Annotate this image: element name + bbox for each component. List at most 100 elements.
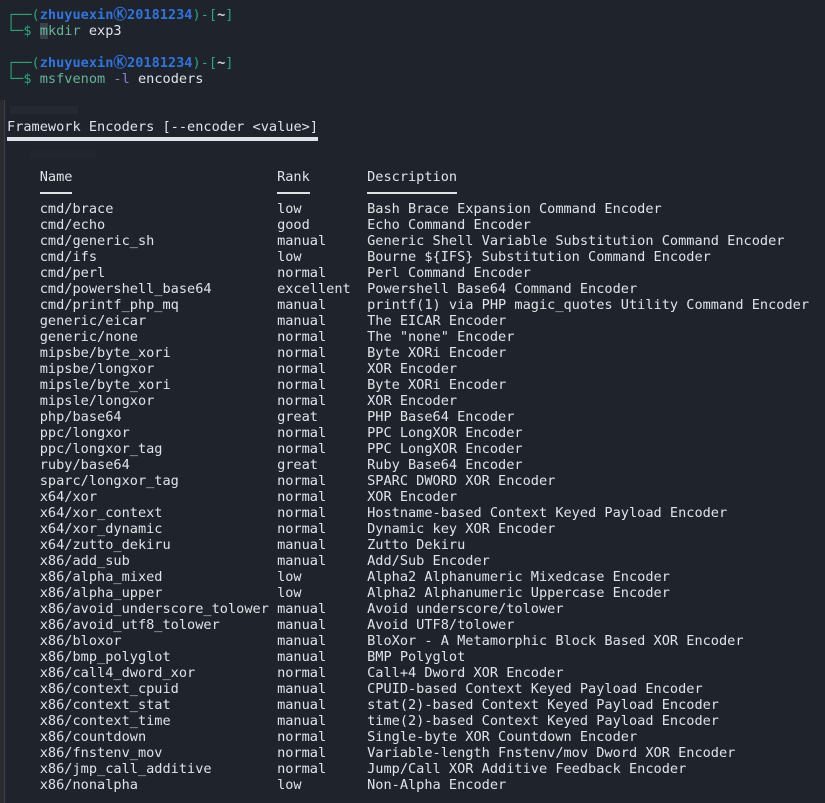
encoder-description: Avoid UTF8/tolower (367, 617, 515, 633)
encoder-row: x86/call4_dword_xor normal Call+4 Dword … (7, 665, 825, 681)
encoder-description: Ruby Base64 Encoder (367, 457, 523, 473)
encoder-rank: manual (277, 633, 327, 649)
encoder-name: sparc/longxor_tag (39, 473, 179, 489)
encoder-rank: good (277, 217, 310, 233)
encoder-rank: manual (277, 713, 327, 729)
encoder-rank: manual (277, 233, 327, 249)
encoder-rank: normal (277, 729, 327, 745)
encoder-row: x86/countdown normal Single-byte XOR Cou… (7, 729, 825, 745)
encoder-row: x64/xor_context normal Hostname-based Co… (7, 505, 825, 521)
encoder-description: The EICAR Encoder (367, 313, 507, 329)
encoder-description: time(2)-based Context Keyed Payload Enco… (367, 713, 719, 729)
encoder-name: x86/bloxor (39, 633, 122, 649)
encoder-description: XOR Encoder (367, 393, 458, 409)
encoder-row: php/base64 great PHP Base64 Encoder (7, 409, 825, 425)
encoder-row: x86/avoid_utf8_tolower manual Avoid UTF8… (7, 617, 825, 633)
encoder-row: generic/eicar manual The EICAR Encoder (7, 313, 825, 329)
prompt-symbol: └─$ (7, 23, 32, 39)
encoder-rank: low (277, 201, 302, 217)
encoder-row: x86/alpha_mixed low Alpha2 Alphanumeric … (7, 569, 825, 585)
scroll-artifact (30, 150, 96, 158)
encoder-name: php/base64 (39, 409, 122, 425)
header-underline-row (7, 185, 825, 201)
encoder-description: Single-byte XOR Countdown Encoder (367, 729, 638, 745)
encoder-description: BMP Polyglot (367, 649, 466, 665)
encoder-row: cmd/powershell_base64 excellent Powershe… (7, 281, 825, 297)
command-text: msfvenom (39, 71, 106, 87)
encoder-description: Alpha2 Alphanumeric Uppercase Encoder (367, 585, 670, 601)
scroll-artifact (10, 106, 78, 114)
encoder-name: x64/xor_context (39, 505, 163, 521)
encoder-name: x86/add_sub (39, 553, 130, 569)
prompt-symbol: └─$ (7, 71, 32, 87)
encoder-rank: normal (277, 265, 327, 281)
title-underline (7, 137, 825, 153)
encoder-name: x86/jmp_call_additive (39, 761, 212, 777)
encoder-name: x64/xor (39, 489, 98, 505)
command-line-2: └─$ msfvenom -l encoders (7, 71, 825, 87)
encoder-name: mipsle/byte_xori (39, 377, 171, 393)
kali-at-icon: Ⓚ (113, 55, 128, 71)
encoder-name: x86/alpha_upper (39, 585, 163, 601)
encoder-row: ruby/base64 great Ruby Base64 Encoder (7, 457, 825, 473)
encoder-description: Byte XORi Encoder (367, 345, 507, 361)
encoder-row: x86/bloxor manual BloXor - A Metamorphic… (7, 633, 825, 649)
encoder-rank: low (277, 777, 302, 793)
table-header-row: Name Rank Description (7, 169, 825, 185)
encoder-rank: normal (277, 761, 327, 777)
header-underline-name (39, 192, 73, 194)
command-argument: exp3 (88, 23, 122, 39)
encoder-name: cmd/generic_sh (39, 233, 155, 249)
encoder-rank: normal (277, 329, 327, 345)
encoder-description: Hostname-based Context Keyed Payload Enc… (367, 505, 728, 521)
encoder-row: x86/alpha_upper low Alpha2 Alphanumeric … (7, 585, 825, 601)
encoder-row: cmd/generic_sh manual Generic Shell Vari… (7, 233, 825, 249)
command-option: -l (113, 71, 130, 87)
encoder-name: cmd/printf_php_mq (39, 297, 179, 313)
encoder-rank: manual (277, 297, 327, 313)
encoder-name: generic/eicar (39, 313, 147, 329)
encoder-table-body: cmd/brace low Bash Brace Expansion Comma… (7, 201, 825, 793)
encoder-name: mipsbe/byte_xori (39, 345, 171, 361)
encoder-rank: manual (277, 553, 327, 569)
encoder-description: XOR Encoder (367, 361, 458, 377)
encoder-name: cmd/powershell_base64 (39, 281, 212, 297)
encoder-description: Jump/Call XOR Additive Feedback Encoder (367, 761, 687, 777)
encoder-description: BloXor - A Metamorphic Block Based XOR E… (367, 633, 744, 649)
terminal-window[interactable]: ┌──(zhuyuexinⓀ20181234)-[~] └─$ mkdir ex… (0, 0, 825, 803)
prompt-user: zhuyuexin (39, 55, 114, 71)
prompt-frame-open: ┌──( (7, 7, 40, 23)
encoder-rank: normal (277, 489, 327, 505)
encoder-rank: normal (277, 505, 327, 521)
prompt-frame-close: ] (225, 55, 234, 71)
header-name: Name (39, 169, 73, 185)
encoder-rank: low (277, 569, 302, 585)
encoder-rank: manual (277, 681, 327, 697)
encoder-description: Byte XORi Encoder (367, 377, 507, 393)
prompt-host: 20181234 (127, 7, 193, 23)
encoder-name: mipsle/longxor (39, 393, 155, 409)
encoder-rank: normal (277, 665, 327, 681)
encoder-rank: great (277, 409, 318, 425)
encoder-rank: normal (277, 361, 327, 377)
encoder-description: CPUID-based Context Keyed Payload Encode… (367, 681, 703, 697)
encoder-name: cmd/perl (39, 265, 106, 281)
encoder-row: mipsle/byte_xori normal Byte XORi Encode… (7, 377, 825, 393)
encoder-name: x86/context_cpuid (39, 681, 179, 697)
header-rank: Rank (277, 169, 310, 185)
prompt-frame-mid: )-[ (192, 55, 218, 71)
encoder-description: PPC LongXOR Encoder (367, 425, 523, 441)
encoder-name: x86/context_time (39, 713, 171, 729)
encoder-row: x64/xor_dynamic normal Dynamic key XOR E… (7, 521, 825, 537)
encoder-row: x86/add_sub manual Add/Sub Encoder (7, 553, 825, 569)
encoder-row: cmd/echo good Echo Command Encoder (7, 217, 825, 233)
encoder-description: PPC LongXOR Encoder (367, 441, 523, 457)
encoder-row: cmd/brace low Bash Brace Expansion Comma… (7, 201, 825, 217)
encoder-row: cmd/perl normal Perl Command Encoder (7, 265, 825, 281)
encoder-description: PHP Base64 Encoder (367, 409, 515, 425)
encoder-rank: manual (277, 617, 327, 633)
cursor-block: m (39, 23, 48, 39)
encoder-name: x86/context_stat (39, 697, 171, 713)
encoder-row: sparc/longxor_tag normal SPARC DWORD XOR… (7, 473, 825, 489)
encoder-name: mipsbe/longxor (39, 361, 155, 377)
